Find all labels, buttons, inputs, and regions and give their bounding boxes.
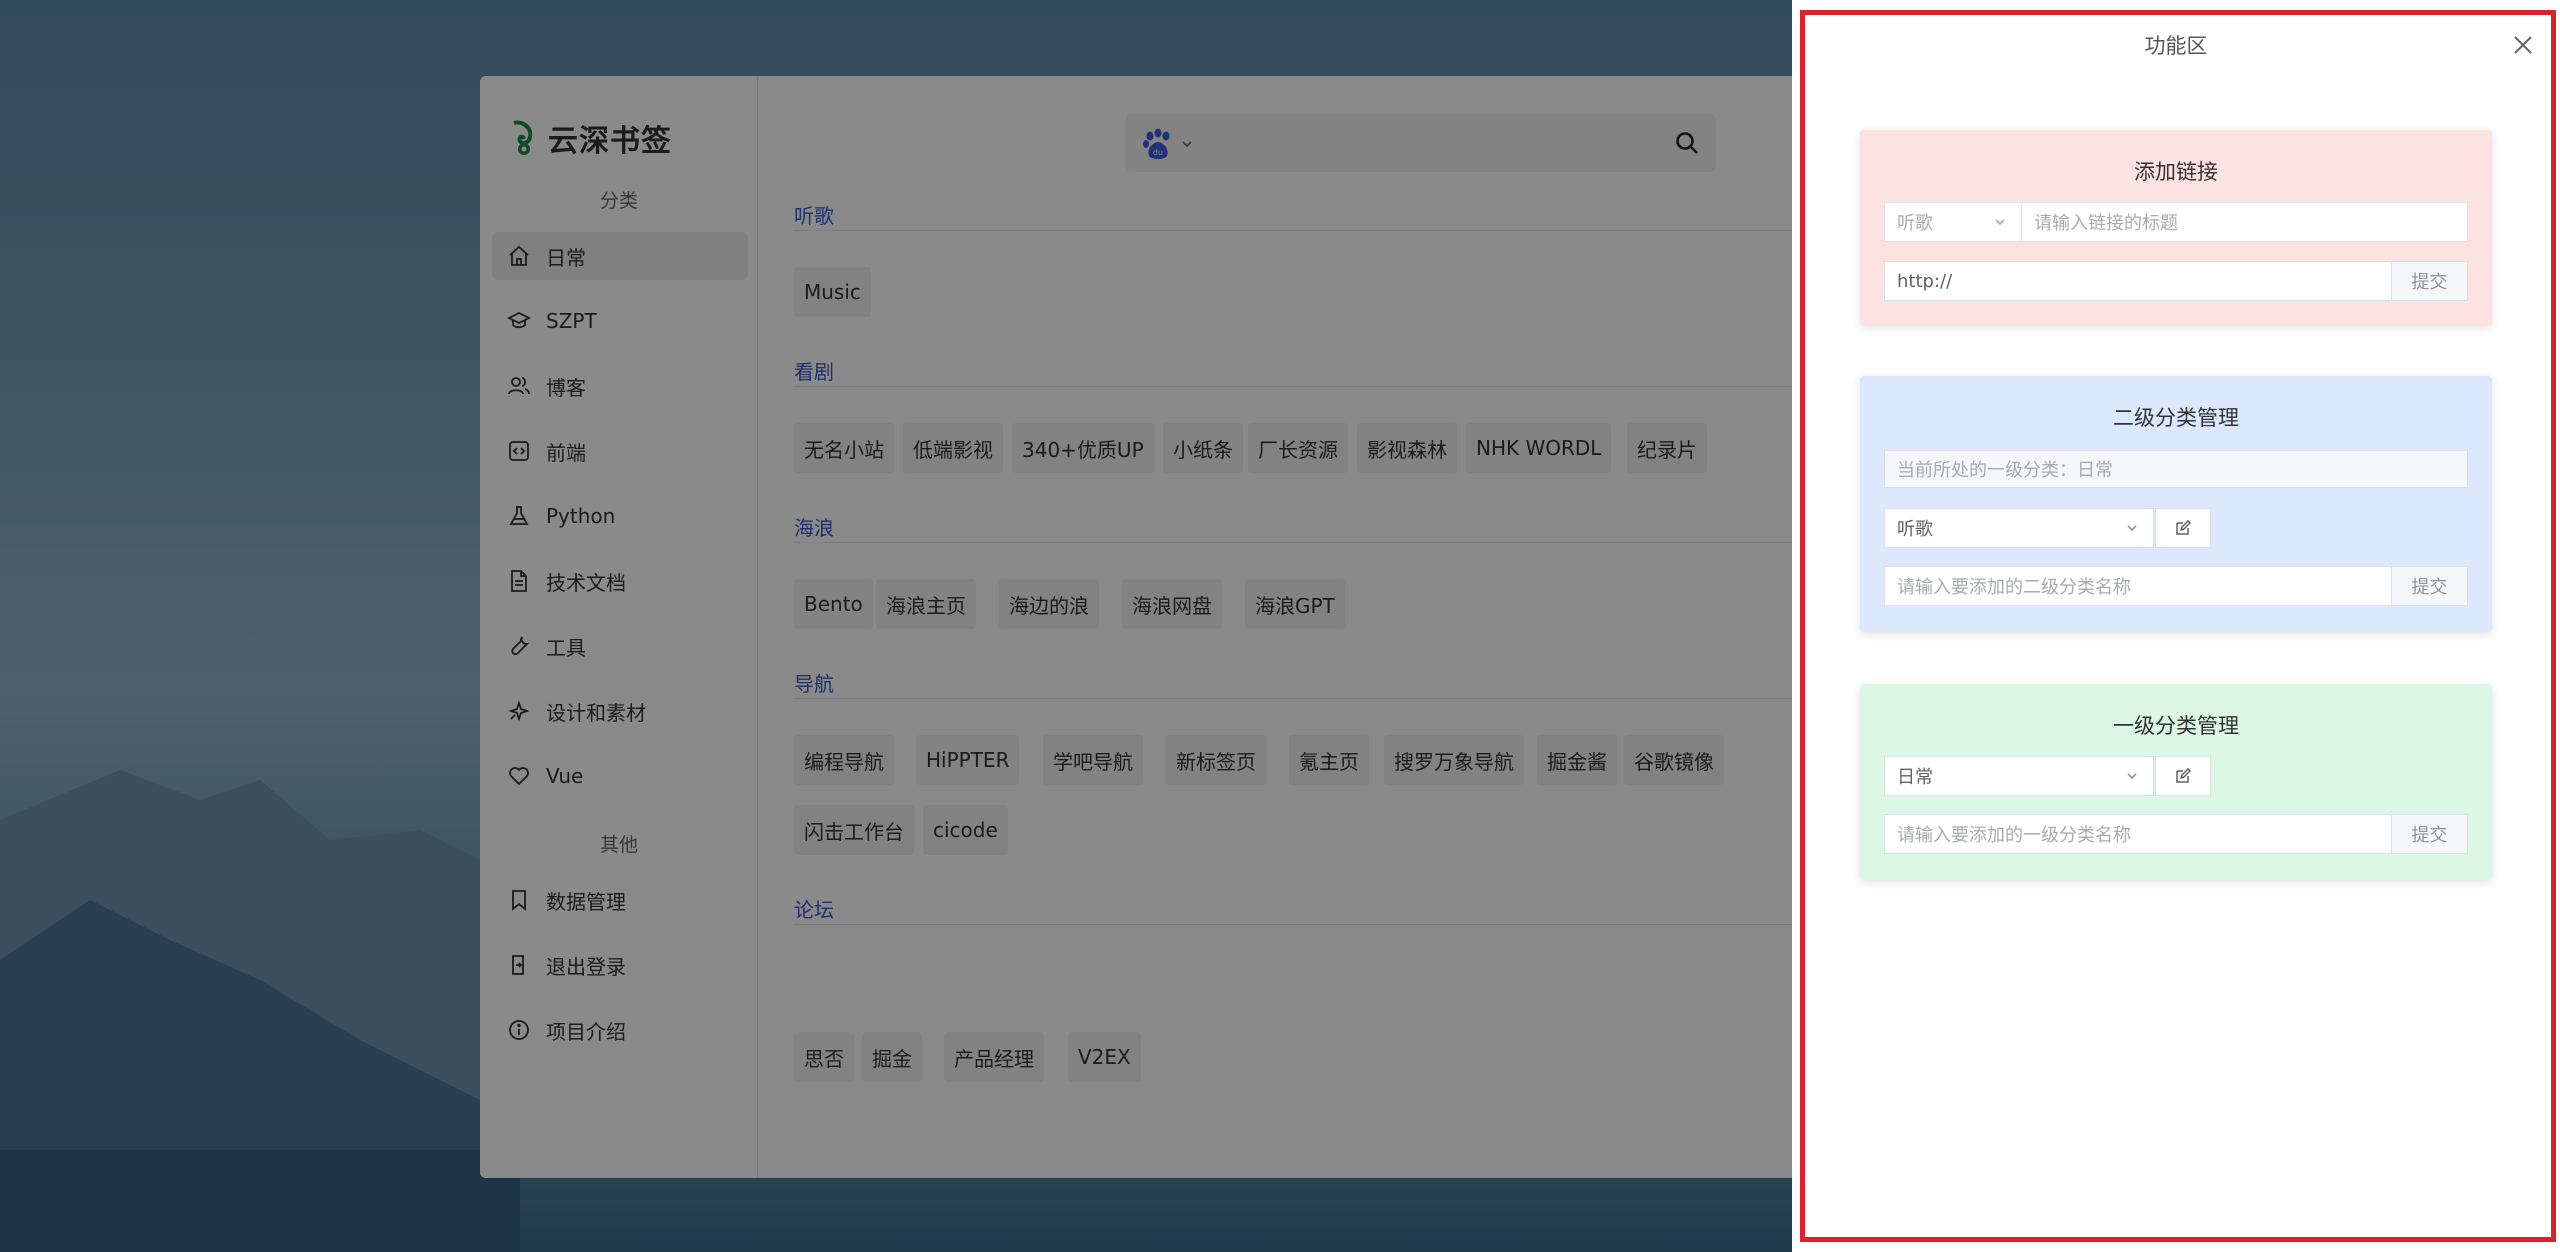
- secondary-name-input[interactable]: 请输入要添加的二级分类名称: [1884, 566, 2392, 606]
- close-icon: [2514, 36, 2532, 54]
- secondary-category-value: 听歌: [1897, 519, 1933, 540]
- chevron-down-icon: [1995, 219, 2005, 226]
- link-category-select[interactable]: 听歌: [1884, 202, 2022, 242]
- add-link-submit-button[interactable]: 提交: [2391, 261, 2468, 301]
- primary-category-select[interactable]: 日常: [1884, 756, 2154, 796]
- current-primary-field: 当前所处的一级分类：日常: [1884, 450, 2468, 488]
- chevron-down-icon: [2127, 525, 2137, 532]
- secondary-category-panel: 二级分类管理 当前所处的一级分类：日常 听歌 请输入要添加的二级分类名称 提交: [1860, 376, 2492, 632]
- edit-icon: [2176, 520, 2191, 535]
- primary-category-panel: 一级分类管理 日常 请输入要添加的一级分类名称 提交: [1860, 684, 2492, 880]
- edit-primary-button[interactable]: [2155, 756, 2211, 796]
- edit-secondary-button[interactable]: [2155, 508, 2211, 548]
- primary-category-value: 日常: [1897, 767, 1933, 788]
- chevron-down-icon: [2127, 773, 2137, 780]
- edit-icon: [2176, 768, 2191, 783]
- link-url-input[interactable]: http://: [1884, 261, 2392, 301]
- primary-name-input[interactable]: 请输入要添加的一级分类名称: [1884, 814, 2392, 854]
- link-title-input[interactable]: 请输入链接的标题: [2021, 202, 2468, 242]
- secondary-category-select[interactable]: 听歌: [1884, 508, 2154, 548]
- panel-title: 添加链接: [2134, 160, 2218, 184]
- add-primary-submit-button[interactable]: 提交: [2391, 814, 2468, 854]
- close-button[interactable]: [2510, 32, 2536, 58]
- drawer-title: 功能区: [2144, 34, 2208, 58]
- link-category-value: 听歌: [1897, 213, 1933, 234]
- panel-title: 一级分类管理: [2113, 714, 2239, 738]
- add-link-panel: 添加链接 听歌 请输入链接的标题 http:// 提交: [1860, 130, 2492, 326]
- add-secondary-submit-button[interactable]: 提交: [2391, 566, 2468, 606]
- panel-title: 二级分类管理: [2113, 406, 2239, 430]
